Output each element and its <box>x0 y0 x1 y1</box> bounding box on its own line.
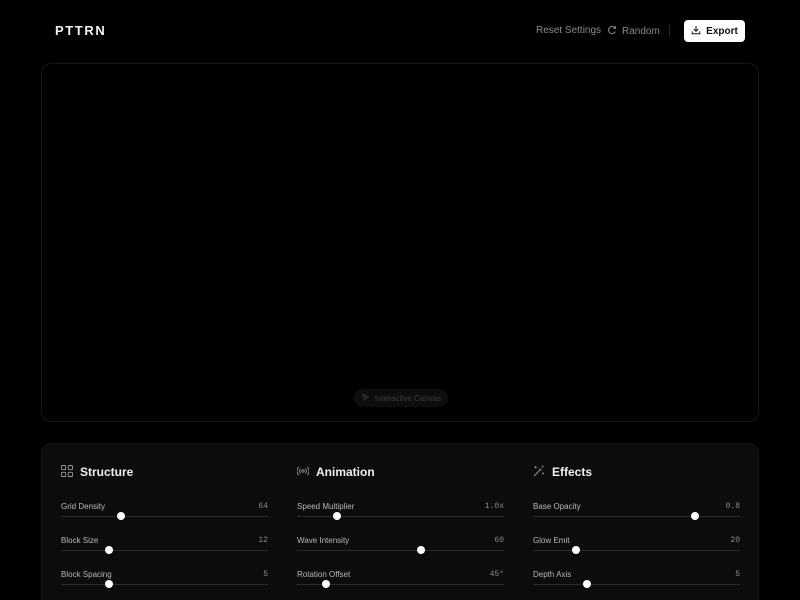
control-label: Glow Emit <box>533 536 570 545</box>
grid-density-control: Grid Density 64 <box>61 502 268 522</box>
animation-section: Animation Speed Multiplier 1.0x Wave Int… <box>296 464 504 588</box>
control-value: 0.8 <box>725 502 740 511</box>
control-label: Block Size <box>61 536 99 545</box>
structure-section: Structure Grid Density 64 Block Size 12 … <box>61 464 268 588</box>
block-size-control: Block Size 12 <box>61 536 268 556</box>
base-opacity-slider[interactable] <box>533 512 740 520</box>
control-value: 20 <box>730 536 740 545</box>
control-value: 45° <box>489 570 504 579</box>
glow-emit-control: Glow Emit 20 <box>533 536 740 556</box>
rotation-offset-slider[interactable] <box>297 580 504 588</box>
random-button[interactable]: Random <box>607 25 660 38</box>
canvas-badge-label: Interactive Canvas <box>374 393 442 403</box>
effects-header: Effects <box>533 464 740 480</box>
slider-thumb[interactable] <box>417 546 426 554</box>
wave-intensity-control: Wave Intensity 60 <box>297 536 504 556</box>
grid-density-slider[interactable] <box>61 512 268 520</box>
speed-multiplier-slider[interactable] <box>297 512 504 520</box>
control-value: 5 <box>735 570 740 579</box>
sparkle-wand-icon <box>533 465 545 480</box>
animation-header: Animation <box>296 464 504 480</box>
control-label: Grid Density <box>61 502 106 511</box>
slider-thumb[interactable] <box>321 580 330 588</box>
control-label: Speed Multiplier <box>297 502 355 511</box>
structure-title: Structure <box>80 465 134 479</box>
control-panel: Structure Grid Density 64 Block Size 12 … <box>41 443 759 600</box>
depth-axis-slider[interactable] <box>533 580 740 588</box>
pointer-click-icon <box>360 392 370 404</box>
slider-thumb[interactable] <box>691 512 700 520</box>
block-size-slider[interactable] <box>61 546 268 554</box>
export-button[interactable]: Export <box>684 20 745 42</box>
top-bar: PTTRN Reset Settings Random Export <box>0 0 800 62</box>
header-divider <box>669 25 670 37</box>
wave-intensity-slider[interactable] <box>297 546 504 554</box>
app-logo: PTTRN <box>55 23 107 38</box>
block-spacing-control: Block Spacing 5 <box>61 570 268 590</box>
slider-thumb[interactable] <box>104 580 113 588</box>
effects-title: Effects <box>552 465 593 479</box>
app-root: PTTRN Reset Settings Random Export Inter… <box>0 0 800 600</box>
grid-icon <box>61 464 73 480</box>
base-opacity-control: Base Opacity 0.8 <box>533 502 740 522</box>
control-value: 64 <box>258 502 268 511</box>
control-value: 5 <box>263 570 268 579</box>
depth-axis-control: Depth Axis 5 <box>533 570 740 590</box>
slider-thumb[interactable] <box>333 512 342 520</box>
animation-title: Animation <box>316 465 375 479</box>
rotation-offset-control: Rotation Offset 45° <box>297 570 504 590</box>
export-label: Export <box>706 25 738 37</box>
slider-thumb[interactable] <box>582 580 591 588</box>
interactive-canvas-badge: Interactive Canvas <box>354 389 448 407</box>
control-label: Wave Intensity <box>297 536 350 545</box>
structure-header: Structure <box>61 464 268 480</box>
speed-multiplier-control: Speed Multiplier 1.0x <box>297 502 504 522</box>
reset-settings-label: Reset Settings <box>536 25 602 36</box>
broadcast-icon <box>296 465 310 480</box>
download-icon <box>691 25 701 38</box>
glow-emit-slider[interactable] <box>533 546 740 554</box>
random-label: Random <box>622 26 660 37</box>
effects-section: Effects Base Opacity 0.8 Glow Emit 20 De… <box>533 464 740 588</box>
control-label: Block Spacing <box>61 570 112 579</box>
pattern-canvas[interactable]: Interactive Canvas <box>41 63 759 422</box>
control-value: 1.0x <box>484 502 504 511</box>
block-spacing-slider[interactable] <box>61 580 268 588</box>
control-label: Depth Axis <box>533 570 572 579</box>
control-label: Base Opacity <box>533 502 581 511</box>
control-value: 12 <box>258 536 268 545</box>
control-value: 60 <box>494 536 504 545</box>
slider-thumb[interactable] <box>104 546 113 554</box>
slider-thumb[interactable] <box>572 546 581 554</box>
refresh-icon <box>607 25 617 38</box>
control-label: Rotation Offset <box>297 570 351 579</box>
reset-settings-button[interactable]: Reset Settings <box>536 25 601 36</box>
slider-thumb[interactable] <box>117 512 126 520</box>
